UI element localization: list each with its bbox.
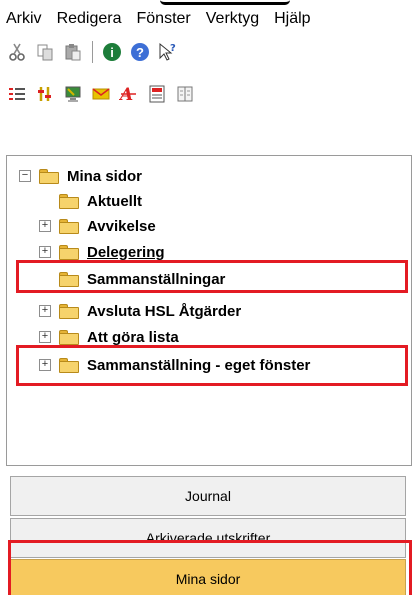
cut-icon[interactable]	[6, 41, 28, 63]
navigation-tree: − Mina sidor Aktuellt + Avvikelse + Dele…	[6, 155, 412, 466]
mail-icon[interactable]	[90, 83, 112, 105]
cut-off-header	[160, 0, 290, 5]
tree-node-label: Sammanställning - eget fönster	[87, 356, 311, 374]
menu-bar: Arkiv Redigera Fönster Verktyg Hjälp	[0, 8, 414, 30]
expand-icon[interactable]: +	[39, 331, 51, 343]
expand-icon[interactable]: +	[39, 246, 51, 258]
tree-node-label: Delegering	[87, 243, 165, 261]
tree-node-label: Avsluta HSL Åtgärder	[87, 302, 242, 320]
menu-hjalp[interactable]: Hjälp	[266, 10, 317, 28]
svg-text:?: ?	[170, 43, 176, 54]
expand-icon[interactable]: +	[39, 220, 51, 232]
whats-this-icon[interactable]: ?	[157, 41, 179, 63]
expand-icon[interactable]: +	[39, 359, 51, 371]
my-pages-button[interactable]: Mina sidor	[10, 559, 406, 595]
folder-icon	[59, 303, 79, 319]
paste-icon[interactable]	[62, 41, 84, 63]
archived-printouts-button[interactable]: Arkiverade utskrifter	[10, 518, 406, 558]
menu-redigera[interactable]: Redigera	[49, 10, 129, 28]
tree-node-label: Mina sidor	[67, 167, 143, 185]
tools-icon[interactable]	[34, 83, 56, 105]
toolbar-separator	[92, 41, 93, 63]
folder-icon	[39, 168, 59, 184]
standard-toolbar: i ? ?	[6, 38, 179, 66]
tree-node-avvikelse[interactable]: + Avvikelse	[39, 213, 156, 239]
folder-icon	[59, 271, 79, 287]
module-toolbar: A	[6, 80, 196, 108]
window-top-edge	[0, 0, 414, 6]
tree-node-label: Aktuellt	[87, 192, 143, 210]
journal-button[interactable]: Journal	[10, 476, 406, 516]
copy-icon[interactable]	[34, 41, 56, 63]
folder-icon	[59, 357, 79, 373]
expand-icon[interactable]: +	[39, 305, 51, 317]
menu-arkiv[interactable]: Arkiv	[0, 10, 49, 28]
menu-fonster[interactable]: Fönster	[129, 10, 198, 28]
tree-node-mina-sidor[interactable]: − Mina sidor	[19, 163, 142, 189]
help-icon[interactable]: ?	[129, 41, 151, 63]
folder-icon	[59, 244, 79, 260]
menu-verktyg[interactable]: Verktyg	[198, 10, 266, 28]
tree-node-att-gora-lista[interactable]: + Att göra lista	[39, 324, 179, 350]
tree-node-aktuellt[interactable]: Aktuellt	[59, 188, 142, 214]
tree-node-label: Avvikelse	[87, 217, 156, 235]
folder-icon	[59, 193, 79, 209]
tree-node-avsluta-hsl[interactable]: + Avsluta HSL Åtgärder	[39, 298, 241, 324]
list-icon[interactable]	[6, 83, 28, 105]
book-icon[interactable]	[174, 83, 196, 105]
tree-node-delegering[interactable]: + Delegering	[39, 239, 165, 265]
collapse-icon[interactable]: −	[19, 170, 31, 182]
info-icon[interactable]: i	[101, 41, 123, 63]
monitor-icon[interactable]	[62, 83, 84, 105]
tree-node-label: Sammanställningar	[87, 270, 226, 288]
tree-node-sammanstallningar[interactable]: Sammanställningar	[59, 266, 225, 292]
tree-node-sammanstallning-eget-fonster[interactable]: + Sammanställning - eget fönster	[39, 352, 310, 378]
folder-icon	[59, 329, 79, 345]
folder-icon	[59, 218, 79, 234]
report-icon[interactable]	[146, 83, 168, 105]
font-icon[interactable]: A	[118, 83, 140, 105]
tree-node-label: Att göra lista	[87, 328, 179, 346]
